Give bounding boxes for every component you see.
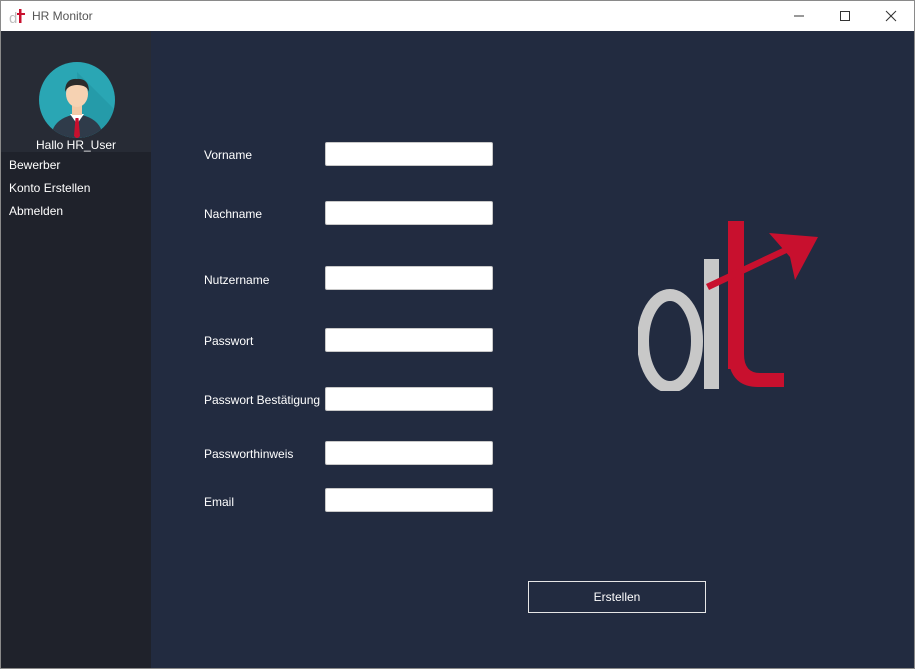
nutzername-input[interactable] xyxy=(325,266,493,290)
app-logo-icon: d xyxy=(9,9,25,25)
app-window: d HR Monitor Hallo HR_User Bewerber Kont… xyxy=(0,0,915,669)
label-passworthinweis: Passworthinweis xyxy=(204,447,294,461)
passworthinweis-input[interactable] xyxy=(325,441,493,465)
email-input[interactable] xyxy=(325,488,493,512)
nav-item-konto-erstellen[interactable]: Konto Erstellen xyxy=(9,181,90,195)
label-vorname: Vorname xyxy=(204,148,253,162)
close-button[interactable] xyxy=(868,1,914,31)
window-title: HR Monitor xyxy=(32,9,93,23)
vorname-input[interactable] xyxy=(325,142,493,166)
create-account-panel: Vorname Nachname Nutzername Passwort Pas… xyxy=(151,31,914,668)
label-nachname: Nachname xyxy=(204,207,263,221)
user-avatar-icon xyxy=(39,62,115,138)
erstellen-button[interactable]: Erstellen xyxy=(528,581,706,613)
maximize-icon xyxy=(840,11,850,21)
maximize-button[interactable] xyxy=(822,1,868,31)
nachname-input[interactable] xyxy=(325,201,493,225)
label-passwort: Passwort xyxy=(204,334,254,348)
company-logo xyxy=(638,221,818,391)
label-passwort-bestaetigung: Passwort Bestätigung xyxy=(204,393,321,407)
label-email: Email xyxy=(204,495,235,509)
profile-panel: Hallo HR_User xyxy=(1,31,151,152)
passwort-input[interactable] xyxy=(325,328,493,352)
greeting-label: Hallo HR_User xyxy=(35,138,117,152)
close-icon xyxy=(885,10,897,22)
sidebar: Hallo HR_User Bewerber Konto Erstellen A… xyxy=(1,31,151,668)
minimize-icon xyxy=(794,15,804,17)
nav-item-bewerber[interactable]: Bewerber xyxy=(9,158,60,172)
label-nutzername: Nutzername xyxy=(204,273,270,287)
nav-item-abmelden[interactable]: Abmelden xyxy=(9,204,63,218)
passwort-bestaetigung-input[interactable] xyxy=(325,387,493,411)
svg-text:d: d xyxy=(9,10,17,25)
minimize-button[interactable] xyxy=(776,1,822,31)
title-bar[interactable]: d HR Monitor xyxy=(1,1,914,31)
